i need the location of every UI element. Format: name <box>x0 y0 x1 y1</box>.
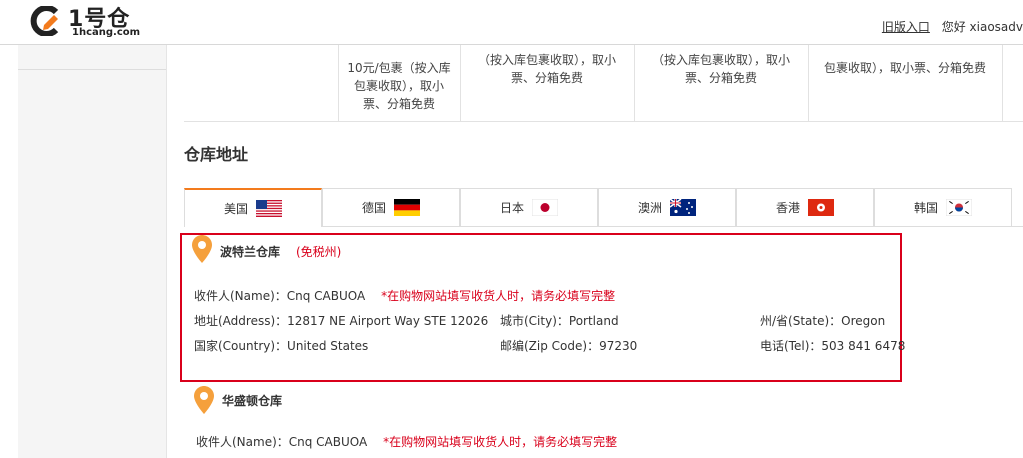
fee-text: 包裹收取），取小 <box>353 79 444 93</box>
zip-text: 邮编(Zip Code)：97230 <box>500 339 638 353</box>
tax-free-tag: (免税州) <box>296 245 342 259</box>
recipient-text: 收件人(Name)：Cnq CABUOA <box>194 289 366 303</box>
fee-text: （按入库包裹收取），取小 <box>651 53 790 67</box>
fee-cell: 10元/包裹（按入库 包裹收取），取小 票、分箱免费 <box>338 45 461 121</box>
warehouse-name: 波特兰仓库 <box>220 245 281 259</box>
fee-text: 票、分箱免费 <box>510 71 583 85</box>
location-pin-icon <box>192 235 212 263</box>
country-text: 国家(Country)：United States <box>194 339 369 353</box>
warehouse-card-washington: 华盛顿仓库 收件人(Name)：Cnq CABUOA *在购物网站填写收货人时，… <box>184 386 904 458</box>
tab-label: 韩国 <box>913 201 938 215</box>
top-header: 1号仓 1hcang.com 旧版入口 您好 xiaosadv <box>0 0 1023 45</box>
tab-hk[interactable]: 香港 <box>736 188 874 226</box>
kr-flag-icon <box>946 199 972 216</box>
warehouse-name: 华盛顿仓库 <box>222 394 283 408</box>
recipient-text: 收件人(Name)：Cnq CABUOA <box>196 435 368 449</box>
fee-text: 票、分箱免费 <box>684 71 757 85</box>
state-text: 州/省(State)：Oregon <box>760 314 886 328</box>
fee-cell: （按入库包裹收取），取小 票、分箱免费 <box>634 45 809 121</box>
tab-us[interactable]: 美国 <box>184 188 322 227</box>
fee-text: 票、分箱免费 <box>362 97 435 111</box>
tab-label: 澳洲 <box>637 201 662 215</box>
recipient-notice: *在购物网站填写收货人时，请务必填写完整 <box>381 289 616 303</box>
tab-label: 美国 <box>223 202 248 216</box>
location-pin-icon <box>194 386 214 414</box>
user-greeting: 您好 xiaosadv <box>941 20 1023 34</box>
fee-table: 10元/包裹（按入库 包裹收取），取小 票、分箱免费 （按入库包裹收取），取小 … <box>184 45 1023 122</box>
sidebar-divider <box>18 69 166 70</box>
hk-flag-icon <box>808 199 834 216</box>
sidebar <box>18 45 167 458</box>
tab-de[interactable]: 德国 <box>322 188 460 226</box>
city-text: 城市(City)：Portland <box>500 314 619 328</box>
header-user-area: 旧版入口 您好 xiaosadv <box>882 18 1023 35</box>
warehouse-card-portland: 波特兰仓库 (免税州) 收件人(Name)：Cnq CABUOA *在购物网站填… <box>180 233 905 382</box>
address-text: 地址(Address)：12817 NE Airport Way STE 120… <box>194 314 489 328</box>
tab-label: 日本 <box>499 201 524 215</box>
address-row: 地址(Address)：12817 NE Airport Way STE 120… <box>194 312 894 329</box>
country-tabs: 美国 德国 日本 澳洲 香港 韩国 <box>184 188 1023 227</box>
tab-kr[interactable]: 韩国 <box>874 188 1012 226</box>
fee-text: （按入库包裹收取），取小 <box>477 53 616 67</box>
fee-cell: 包裹收取），取小票、分箱免费 <box>808 45 1003 121</box>
recipient-row: 收件人(Name)：Cnq CABUOA *在购物网站填写收货人时，请务必填写完… <box>196 433 617 450</box>
tab-au[interactable]: 澳洲 <box>598 188 736 226</box>
tab-label: 德国 <box>361 201 386 215</box>
old-version-link[interactable]: 旧版入口 <box>882 20 930 34</box>
country-row: 国家(Country)：United States 邮编(Zip Code)：9… <box>194 337 905 354</box>
jp-flag-icon <box>532 199 558 216</box>
logo-subtext: 1hcang.com <box>72 27 141 38</box>
fee-text: 包裹收取），取小票、分箱免费 <box>823 61 986 75</box>
us-flag-icon <box>256 200 282 217</box>
fee-text: 10元/包裹（按入库 <box>347 61 451 75</box>
tab-jp[interactable]: 日本 <box>460 188 598 226</box>
section-title: 仓库地址 <box>184 145 249 164</box>
tel-text: 电话(Tel)：503 841 6478 <box>760 339 906 353</box>
fee-cell: （按入库包裹收取），取小 票、分箱免费 <box>460 45 635 121</box>
logo-mark-icon <box>30 6 59 36</box>
recipient-notice: *在购物网站填写收货人时，请务必填写完整 <box>383 435 618 449</box>
au-flag-icon <box>670 199 696 216</box>
recipient-row: 收件人(Name)：Cnq CABUOA *在购物网站填写收货人时，请务必填写完… <box>194 287 615 304</box>
fee-cell-empty <box>184 45 339 121</box>
tab-label: 香港 <box>775 201 800 215</box>
de-flag-icon <box>394 199 420 216</box>
